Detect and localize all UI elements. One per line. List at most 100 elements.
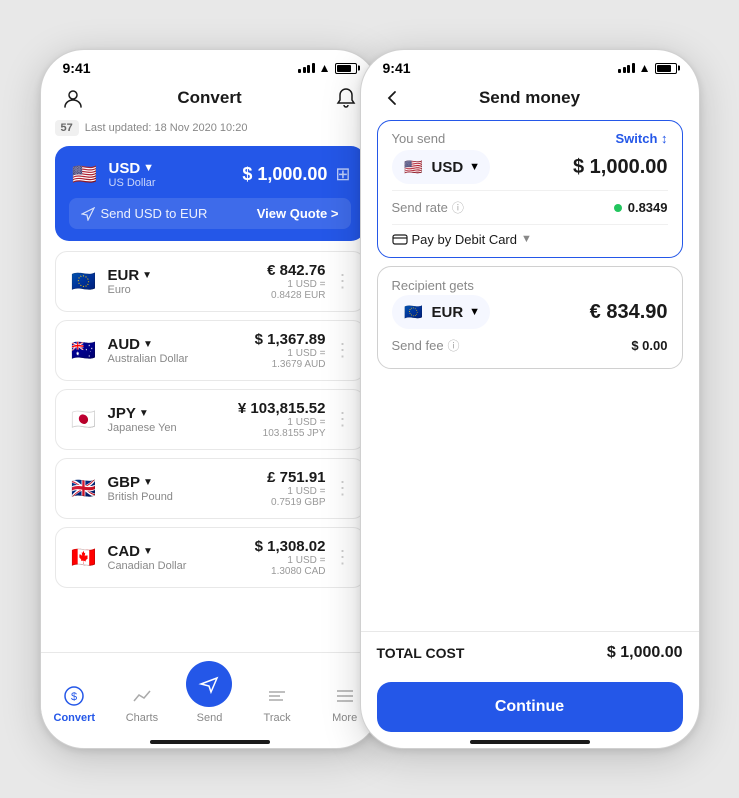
eur-code: EUR ▼ [108, 267, 153, 284]
app-header-send: Send money × [361, 80, 699, 120]
eur-name: Euro [108, 284, 153, 296]
nav-charts[interactable]: Charts [117, 683, 167, 724]
eur-flag: 🇪🇺 [68, 266, 100, 298]
total-cost-label: TOTAL COST [377, 645, 465, 661]
sender-amount: $ 1,000.00 [573, 156, 668, 179]
send-label: Send USD to EUR [81, 206, 208, 221]
gbp-code: GBP ▼ [108, 474, 173, 491]
main-currency-code[interactable]: USD ▼ [109, 160, 156, 177]
app-header-convert: Convert [41, 80, 379, 120]
send-rate-row: Send rate ⓘ 0.8349 [392, 190, 668, 224]
currency-item-eur[interactable]: 🇪🇺 EUR ▼ Euro € 842.76 1 USD = 0.8428 EU… [55, 251, 365, 312]
jpy-amount: ¥ 103,815.52 [238, 400, 326, 417]
rate-info-icon: ⓘ [452, 199, 464, 216]
aud-code: AUD ▼ [108, 336, 189, 353]
update-text: Last updated: 18 Nov 2020 10:20 [85, 122, 248, 134]
switch-button[interactable]: Switch ↕ [615, 131, 667, 146]
status-time-1: 9:41 [63, 60, 91, 76]
pay-method-label: Pay by Debit Card [412, 232, 518, 247]
home-indicator-1 [150, 740, 270, 744]
cad-flag: 🇨🇦 [68, 542, 100, 574]
nav-convert-label: Convert [54, 712, 96, 724]
update-badge: 57 [55, 120, 79, 136]
send-quote-row[interactable]: Send USD to EUR View Quote > [69, 198, 351, 229]
last-updated-bar: 57 Last updated: 18 Nov 2020 10:20 [55, 120, 365, 136]
nav-track[interactable]: Track [252, 683, 302, 724]
convert-icon: $ [61, 683, 87, 709]
status-icons-2: ▲ [618, 61, 676, 75]
bottom-nav: $ Convert Charts Send [41, 652, 379, 740]
continue-button[interactable]: Continue [377, 682, 683, 732]
jpy-flag: 🇯🇵 [68, 404, 100, 436]
currency-item-cad[interactable]: 🇨🇦 CAD ▼ Canadian Dollar $ 1,308.02 1 US… [55, 527, 365, 588]
jpy-more-icon[interactable]: ⋮ [334, 409, 352, 430]
currency-item-gbp[interactable]: 🇬🇧 GBP ▼ British Pound £ 751.91 1 USD = … [55, 458, 365, 519]
calculator-icon[interactable]: ⊞ [335, 164, 350, 185]
send-fee-value: $ 0.00 [631, 338, 667, 353]
nav-send[interactable]: Send [184, 661, 234, 724]
currency-item-jpy[interactable]: 🇯🇵 JPY ▼ Japanese Yen ¥ 103,815.52 1 USD… [55, 389, 365, 450]
nav-track-label: Track [264, 712, 291, 724]
currency-list: 🇪🇺 EUR ▼ Euro € 842.76 1 USD = 0.8428 EU… [55, 251, 365, 652]
nav-convert[interactable]: $ Convert [49, 683, 99, 724]
total-cost-value: $ 1,000.00 [607, 644, 683, 662]
you-send-label: You send [392, 131, 446, 146]
recipient-gets-label: Recipient gets [392, 278, 474, 293]
wifi-icon-2: ▲ [639, 61, 651, 75]
sender-code: USD [432, 159, 464, 176]
nav-send-label: Send [197, 712, 223, 724]
rate-green-dot [614, 204, 622, 212]
aud-more-icon[interactable]: ⋮ [334, 340, 352, 361]
bell-icon[interactable] [332, 84, 360, 112]
jpy-name: Japanese Yen [108, 422, 177, 434]
main-currency-name: US Dollar [109, 177, 156, 189]
cad-code: CAD ▼ [108, 543, 187, 560]
pay-method-row[interactable]: Pay by Debit Card ▼ [392, 224, 668, 247]
signal-icon-2 [618, 63, 635, 73]
nav-more-label: More [332, 712, 357, 724]
eur-more-icon[interactable]: ⋮ [334, 271, 352, 292]
recipient-flag: 🇪🇺 [402, 300, 426, 324]
track-icon [264, 683, 290, 709]
send-icon-circle [186, 661, 232, 707]
spacer [377, 377, 683, 631]
sender-flag: 🇺🇸 [402, 155, 426, 179]
phone-convert: 9:41 ▲ Conv [40, 49, 380, 749]
recipient-chevron-icon: ▼ [469, 306, 480, 318]
sender-chevron-icon: ▼ [469, 161, 480, 173]
sender-currency-selector[interactable]: 🇺🇸 USD ▼ [392, 150, 491, 184]
currency-item-aud[interactable]: 🇦🇺 AUD ▼ Australian Dollar $ 1,367.89 1 … [55, 320, 365, 381]
fee-info-icon: ⓘ [448, 337, 460, 354]
profile-icon[interactable] [59, 84, 87, 112]
jpy-code: JPY ▼ [108, 405, 177, 422]
view-quote-btn[interactable]: View Quote > [257, 206, 339, 221]
gbp-amount: £ 751.91 [267, 469, 325, 486]
gbp-flag: 🇬🇧 [68, 473, 100, 505]
recipient-currency-selector[interactable]: 🇪🇺 EUR ▼ [392, 295, 491, 329]
back-icon[interactable] [379, 84, 407, 112]
send-rate-value: 0.8349 [614, 200, 668, 215]
aud-flag: 🇦🇺 [68, 335, 100, 367]
recipient-currency-row: 🇪🇺 EUR ▼ € 834.90 [392, 295, 668, 329]
cad-more-icon[interactable]: ⋮ [334, 547, 352, 568]
usd-flag: 🇺🇸 [69, 158, 101, 190]
sender-currency-row: 🇺🇸 USD ▼ $ 1,000.00 [392, 150, 668, 184]
aud-amount: $ 1,367.89 [255, 331, 326, 348]
phone-send-money: 9:41 ▲ Send money [360, 49, 700, 749]
total-cost-row: TOTAL COST $ 1,000.00 [361, 631, 699, 674]
status-time-2: 9:41 [383, 60, 411, 76]
send-rate-label: Send rate ⓘ [392, 199, 464, 216]
recipient-amount: € 834.90 [590, 301, 668, 324]
cad-name: Canadian Dollar [108, 560, 187, 572]
battery-icon-2 [655, 63, 677, 74]
status-bar-2: 9:41 ▲ [361, 50, 699, 80]
gbp-more-icon[interactable]: ⋮ [334, 478, 352, 499]
main-currency-card: 🇺🇸 USD ▼ US Dollar $ 1,000.00 ⊞ [55, 146, 365, 241]
main-currency-amount: $ 1,000.00 [242, 164, 327, 185]
send-fee-label: Send fee ⓘ [392, 337, 460, 354]
pay-method-chevron-icon: ▼ [521, 233, 532, 245]
battery-icon [335, 63, 357, 74]
page-title-send: Send money [479, 88, 580, 108]
charts-icon [129, 683, 155, 709]
send-money-content: You send Switch ↕ 🇺🇸 USD ▼ $ 1,000.00 Se… [361, 120, 699, 740]
